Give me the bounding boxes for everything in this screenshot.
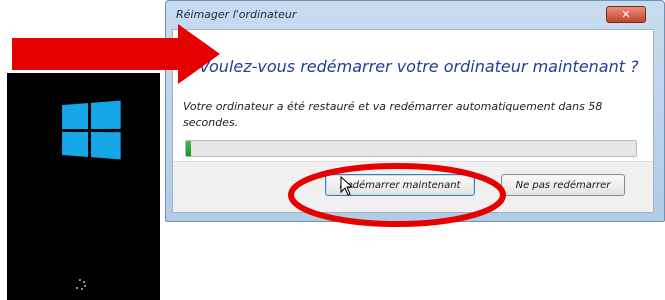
- windows-logo-icon: [62, 100, 121, 160]
- loading-spinner-icon: [75, 279, 86, 290]
- countdown-progress-bar: [185, 140, 637, 157]
- red-circle-annotation: [288, 163, 506, 227]
- dialog-titlebar[interactable]: Réimager l'ordinateur ✕: [166, 1, 664, 29]
- mouse-pointer-icon: [340, 176, 354, 196]
- red-arrow-annotation: [12, 24, 220, 84]
- dialog-message: Votre ordinateur a été restauré et va re…: [183, 100, 603, 129]
- close-button[interactable]: ✕: [606, 6, 646, 23]
- dialog-title: Réimager l'ordinateur: [176, 8, 297, 21]
- dialog-heading: Voulez-vous redémarrer votre ordinateur …: [199, 57, 639, 76]
- windows-boot-screen: [7, 73, 160, 300]
- close-icon: ✕: [621, 8, 631, 21]
- dont-restart-button[interactable]: Ne pas redémarrer: [501, 174, 625, 196]
- progress-fill: [186, 141, 191, 156]
